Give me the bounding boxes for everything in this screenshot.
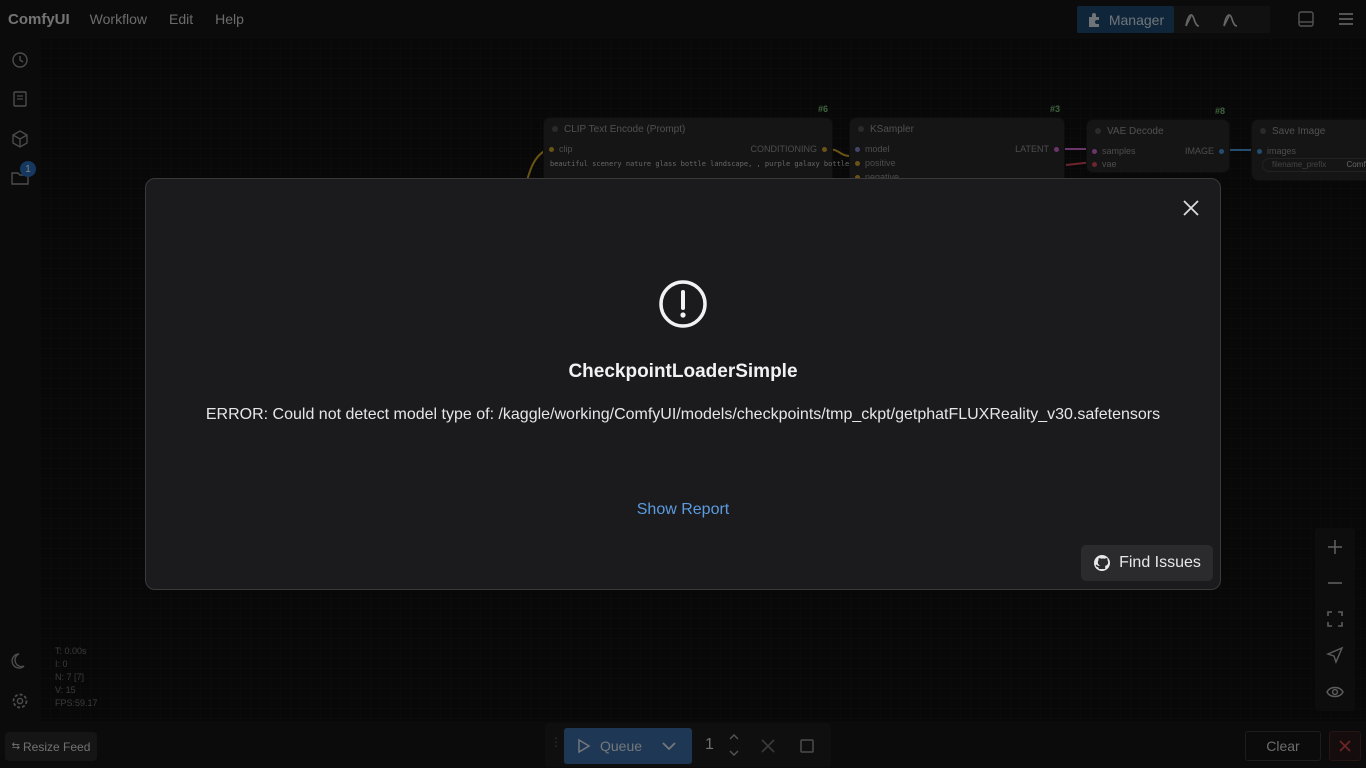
find-issues-label: Find Issues [1119,554,1201,571]
error-message: ERROR: Could not detect model type of: /… [205,406,1161,423]
close-icon[interactable] [1180,197,1202,219]
error-title: CheckpointLoaderSimple [568,361,798,382]
exclamation-circle-icon [659,280,707,328]
github-icon [1094,555,1111,571]
find-issues-button[interactable]: Find Issues [1081,545,1213,581]
error-dialog: CheckpointLoaderSimple ERROR: Could not … [145,178,1221,590]
show-report-link[interactable]: Show Report [146,501,1220,519]
